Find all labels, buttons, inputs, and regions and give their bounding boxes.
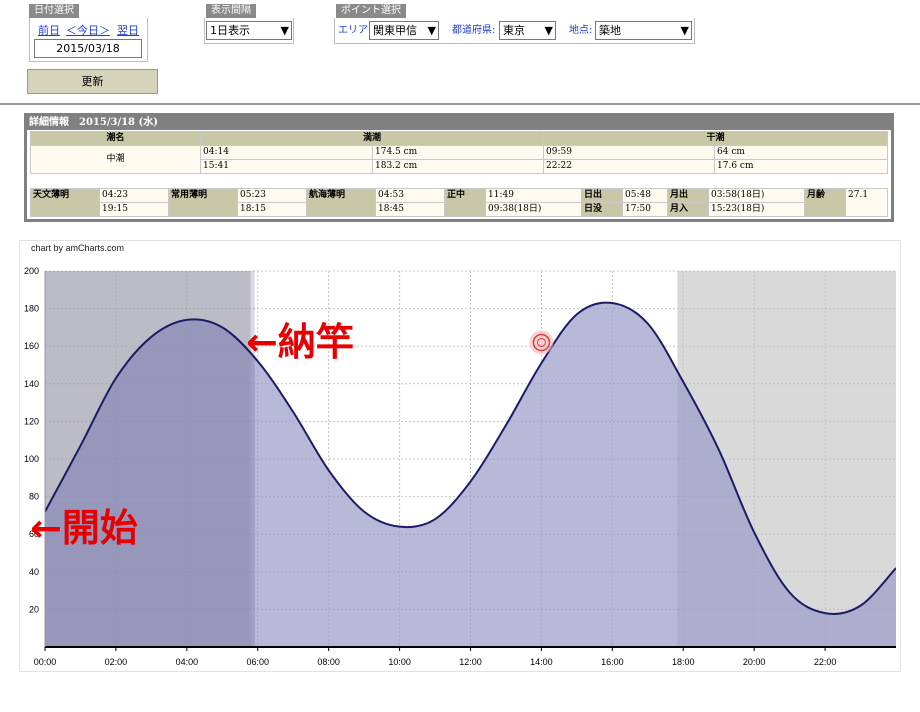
interval-select[interactable]: 1日表示 ▼ [206, 21, 292, 40]
civil-twilight-end: 18:15 [237, 202, 307, 217]
date-input[interactable]: 2015/03/18 [34, 39, 142, 58]
high-time-2: 15:41 [200, 159, 373, 174]
area-value: 関東甲信 [373, 24, 417, 37]
civil-twilight-label: 常用薄明 [168, 188, 238, 217]
moonrise-label: 月出 [667, 188, 709, 203]
sunrise-time: 05:48 [622, 188, 668, 203]
site-label: 地点: [569, 25, 593, 36]
civil-twilight-start: 05:23 [237, 188, 307, 203]
site-select[interactable]: 築地 ▼ [595, 21, 692, 40]
sunset-label: 日没 [581, 202, 623, 217]
moon-age-label: 月齢 [804, 188, 846, 217]
low-level-1: 64 cm [714, 145, 888, 160]
pref-value: 東京 [503, 24, 525, 37]
update-button[interactable]: 更新 [27, 69, 158, 94]
start-annotation: ←開始 [30, 506, 138, 550]
interval-group-label: 表示間隔 [206, 4, 256, 18]
twilight-table: 天文薄明 04:23 常用薄明 05:23 航海薄明 04:53 正中 11:4… [30, 188, 888, 217]
prev-day-link[interactable]: 前日 [38, 22, 60, 38]
sunrise-label: 日出 [581, 188, 623, 203]
pref-label: 都道府県: [452, 25, 496, 36]
tide-name-header: 潮名 [30, 131, 201, 146]
detail-title: 詳細情報 2015/3/18 (水) [27, 116, 891, 130]
date-group-label: 日付選択 [29, 4, 79, 18]
low-time-2: 22:22 [543, 159, 715, 174]
moonset-label: 月入 [667, 202, 709, 217]
low-level-2: 17.6 cm [714, 159, 888, 174]
nautical-twilight-end: 18:45 [375, 202, 445, 217]
next-day-link[interactable]: 翌日 [117, 22, 139, 38]
nautical-twilight-label: 航海薄明 [306, 188, 376, 217]
detail-panel: 詳細情報 2015/3/18 (水) 潮名 満潮 干潮 中潮 04:14 174… [24, 113, 894, 222]
high-tide-header: 満潮 [200, 131, 544, 146]
point-group-label: ポイント選択 [336, 4, 406, 18]
chevron-down-icon: ▼ [680, 24, 689, 37]
divider [0, 103, 920, 105]
area-label: エリア: [338, 25, 372, 36]
tide-table: 潮名 満潮 干潮 中潮 04:14 174.5 cm 09:59 64 cm 1… [30, 131, 888, 174]
pref-select[interactable]: 東京 ▼ [499, 21, 556, 40]
high-time-1: 04:14 [200, 145, 373, 160]
astro-twilight-end: 19:15 [99, 202, 169, 217]
chevron-down-icon: ▼ [427, 24, 436, 37]
sunset-time: 17:50 [622, 202, 668, 217]
low-tide-header: 干潮 [543, 131, 888, 146]
chart-frame [19, 240, 901, 672]
chart-credit[interactable]: chart by amCharts.com [31, 243, 124, 253]
chevron-down-icon: ▼ [544, 24, 553, 37]
high-level-1: 174.5 cm [372, 145, 544, 160]
interval-value: 1日表示 [210, 24, 250, 37]
astro-twilight-label: 天文薄明 [30, 188, 100, 217]
end-annotation: ←納竿 [246, 320, 354, 364]
noon-label: 正中 [444, 188, 486, 217]
site-value: 築地 [599, 24, 621, 37]
nautical-twilight-start: 04:53 [375, 188, 445, 203]
moon-age-value: 27.1 [845, 188, 888, 217]
noon-time-1: 11:49 [485, 188, 582, 203]
low-time-1: 09:59 [543, 145, 715, 160]
astro-twilight-start: 04:23 [99, 188, 169, 203]
today-link[interactable]: ＜今日＞ [66, 22, 110, 38]
moonset-time: 15:23(18日) [708, 202, 805, 217]
noon-time-2: 09:38(18日) [485, 202, 582, 217]
area-select[interactable]: 関東甲信 ▼ [369, 21, 439, 40]
moonrise-time: 03:58(18日) [708, 188, 805, 203]
chevron-down-icon: ▼ [280, 24, 289, 37]
tide-name: 中潮 [30, 145, 201, 174]
high-level-2: 183.2 cm [372, 159, 544, 174]
